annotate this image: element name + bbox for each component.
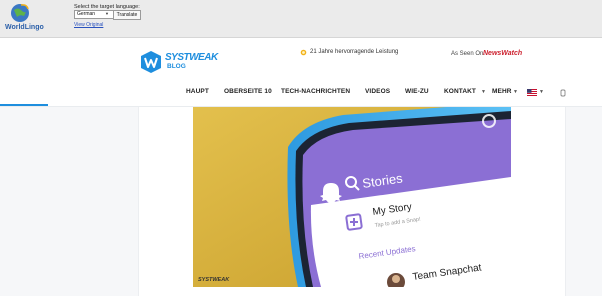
brand-subtitle[interactable]: BLOG: [167, 63, 186, 70]
chevron-down-icon[interactable]: ▼: [105, 11, 109, 16]
nav-item-mehr[interactable]: MEHR: [492, 88, 512, 95]
nav-item-wie-zu[interactable]: WIE-ZU: [405, 88, 429, 95]
phone-illustration: Stories My Story Tap to add a Snap! Rece…: [193, 107, 511, 287]
nav-item-kontakt[interactable]: KONTAKT: [444, 88, 476, 95]
us-flag-icon[interactable]: [527, 89, 537, 96]
award-text: 21 Jahre hervorragende Leistung: [310, 49, 399, 55]
language-chevron-down-icon[interactable]: ▼: [539, 89, 544, 95]
worldlingo-globe-icon[interactable]: [9, 2, 31, 24]
newswatch-logo[interactable]: NewsWatch: [483, 50, 522, 57]
systweak-logo-icon[interactable]: [140, 50, 162, 74]
mehr-chevron-down-icon[interactable]: ▼: [513, 89, 518, 95]
search-icon[interactable]: [560, 89, 566, 97]
worldlingo-logo-text[interactable]: WorldLingo: [5, 24, 44, 31]
nav-item-tech-nachrichten[interactable]: TECH-NACHRICHTEN: [281, 88, 350, 95]
as-seen-label: As Seen On:: [451, 51, 486, 57]
brand-name[interactable]: SYSTWEAK: [165, 52, 218, 63]
nav-item-videos[interactable]: VIDEOS: [365, 88, 390, 95]
article-hero-image: Stories My Story Tap to add a Snap! Rece…: [193, 107, 511, 287]
view-original-link[interactable]: View Original: [74, 22, 103, 28]
kontakt-chevron-down-icon[interactable]: ▼: [481, 89, 486, 95]
nav-item-haupt[interactable]: HAUPT: [186, 88, 209, 95]
translate-button[interactable]: Translate: [113, 10, 141, 20]
nav-item-oberseite-10[interactable]: OBERSEITE 10: [224, 88, 272, 95]
image-watermark: SYSTWEAK: [198, 277, 230, 283]
award-icon: [300, 49, 307, 56]
